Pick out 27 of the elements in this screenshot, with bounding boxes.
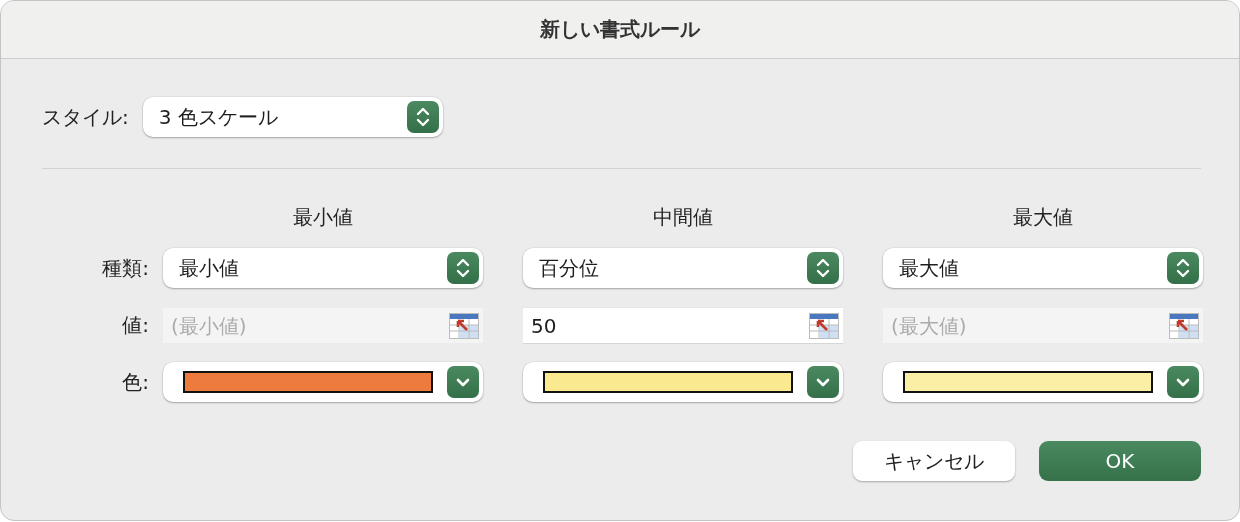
value-input[interactable]: 50 (531, 313, 809, 338)
ok-button[interactable]: OK (1039, 441, 1201, 481)
color-label: 色: (122, 368, 149, 396)
type-label: 種類: (102, 254, 149, 282)
stepper-icon (1167, 252, 1199, 284)
stepper-icon (406, 101, 439, 133)
column-heading: 最大値 (1013, 203, 1073, 231)
style-select[interactable]: 3 色スケール (142, 97, 443, 137)
chevron-down-icon (807, 366, 839, 398)
type-select[interactable]: 最大値 (883, 248, 1203, 288)
color-select[interactable] (163, 362, 483, 402)
color-select[interactable] (883, 362, 1203, 402)
cancel-button[interactable]: キャンセル (853, 441, 1015, 481)
color-select[interactable] (523, 362, 843, 402)
type-select[interactable]: 百分位 (523, 248, 843, 288)
chevron-down-icon (447, 366, 479, 398)
value-label: 値: (122, 312, 149, 339)
value-field[interactable]: 50 (523, 307, 843, 344)
style-label: スタイル: (42, 103, 129, 131)
column-heading: 最小値 (293, 203, 353, 231)
column-heading: 中間値 (653, 203, 713, 231)
cell-reference-icon[interactable] (809, 312, 839, 339)
chevron-down-icon (1167, 366, 1199, 398)
stepper-icon (807, 252, 839, 284)
stepper-icon (447, 252, 479, 284)
window-title: 新しい書式ルール (540, 16, 700, 43)
type-select[interactable]: 最小値 (163, 248, 483, 288)
